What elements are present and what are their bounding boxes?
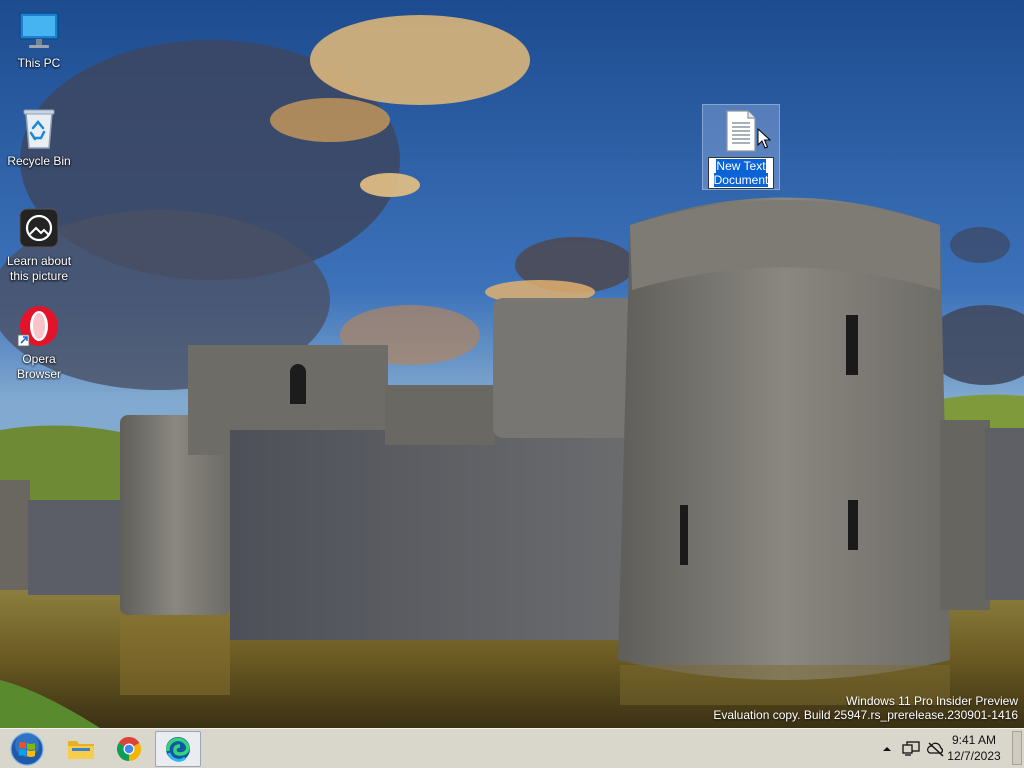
tray-network-button[interactable] [900, 729, 922, 769]
show-desktop-button[interactable] [1012, 731, 1022, 765]
edge-icon [166, 737, 190, 762]
desktop-icon-label: This PC [17, 56, 61, 70]
desktop-icon-this-pc[interactable]: This PC [3, 8, 75, 71]
tray-overflow-button[interactable] [880, 729, 894, 769]
taskbar-clock[interactable]: 9:41 AM 12/7/2023 [944, 732, 1004, 764]
recycle-bin-icon [23, 109, 55, 149]
chevron-up-icon [883, 747, 891, 751]
taskbar-file-explorer[interactable] [58, 731, 104, 767]
mouse-pointer-icon [757, 128, 771, 149]
desktop-icon-label: Recycle Bin [7, 154, 71, 168]
rename-input-value: New Text Document [713, 159, 769, 187]
text-document-icon [726, 110, 756, 152]
opera-logo-icon [17, 306, 58, 347]
chrome-icon [116, 737, 142, 761]
taskbar: 9:41 AM 12/7/2023 [0, 728, 1024, 768]
desktop-icon-label: Learn about this picture [6, 254, 72, 283]
taskbar-edge[interactable] [155, 731, 201, 767]
network-icon [902, 741, 920, 756]
start-button[interactable] [4, 731, 50, 767]
clock-time: 9:41 AM [951, 733, 997, 747]
monitor-icon [19, 12, 59, 48]
desktop-icon-opera-browser[interactable]: Opera Browser [3, 304, 75, 382]
camera-info-icon [19, 208, 59, 248]
windows-watermark: Windows 11 Pro Insider Preview Evaluatio… [713, 694, 1018, 722]
desktop-icon-label: Opera Browser [16, 352, 61, 381]
clock-date: 12/7/2023 [947, 749, 1001, 763]
desktop-icon-recycle-bin[interactable]: Recycle Bin [3, 106, 75, 169]
watermark-line-1: Windows 11 Pro Insider Preview [846, 694, 1018, 708]
windows-orb-icon [10, 732, 44, 766]
folder-icon [68, 741, 94, 759]
cloud-offline-icon [927, 742, 944, 757]
desktop[interactable]: This PC Recycle Bin Learn about this pic… [0, 0, 1024, 728]
desktop-icon-learn-about-picture[interactable]: Learn about this picture [3, 206, 75, 284]
taskbar-chrome[interactable] [106, 731, 152, 767]
rename-input[interactable]: New Text Document [708, 157, 774, 189]
watermark-line-2: Evaluation copy. Build 25947.rs_prerelea… [713, 708, 1018, 722]
wallpaper-castle-image [0, 0, 1024, 728]
